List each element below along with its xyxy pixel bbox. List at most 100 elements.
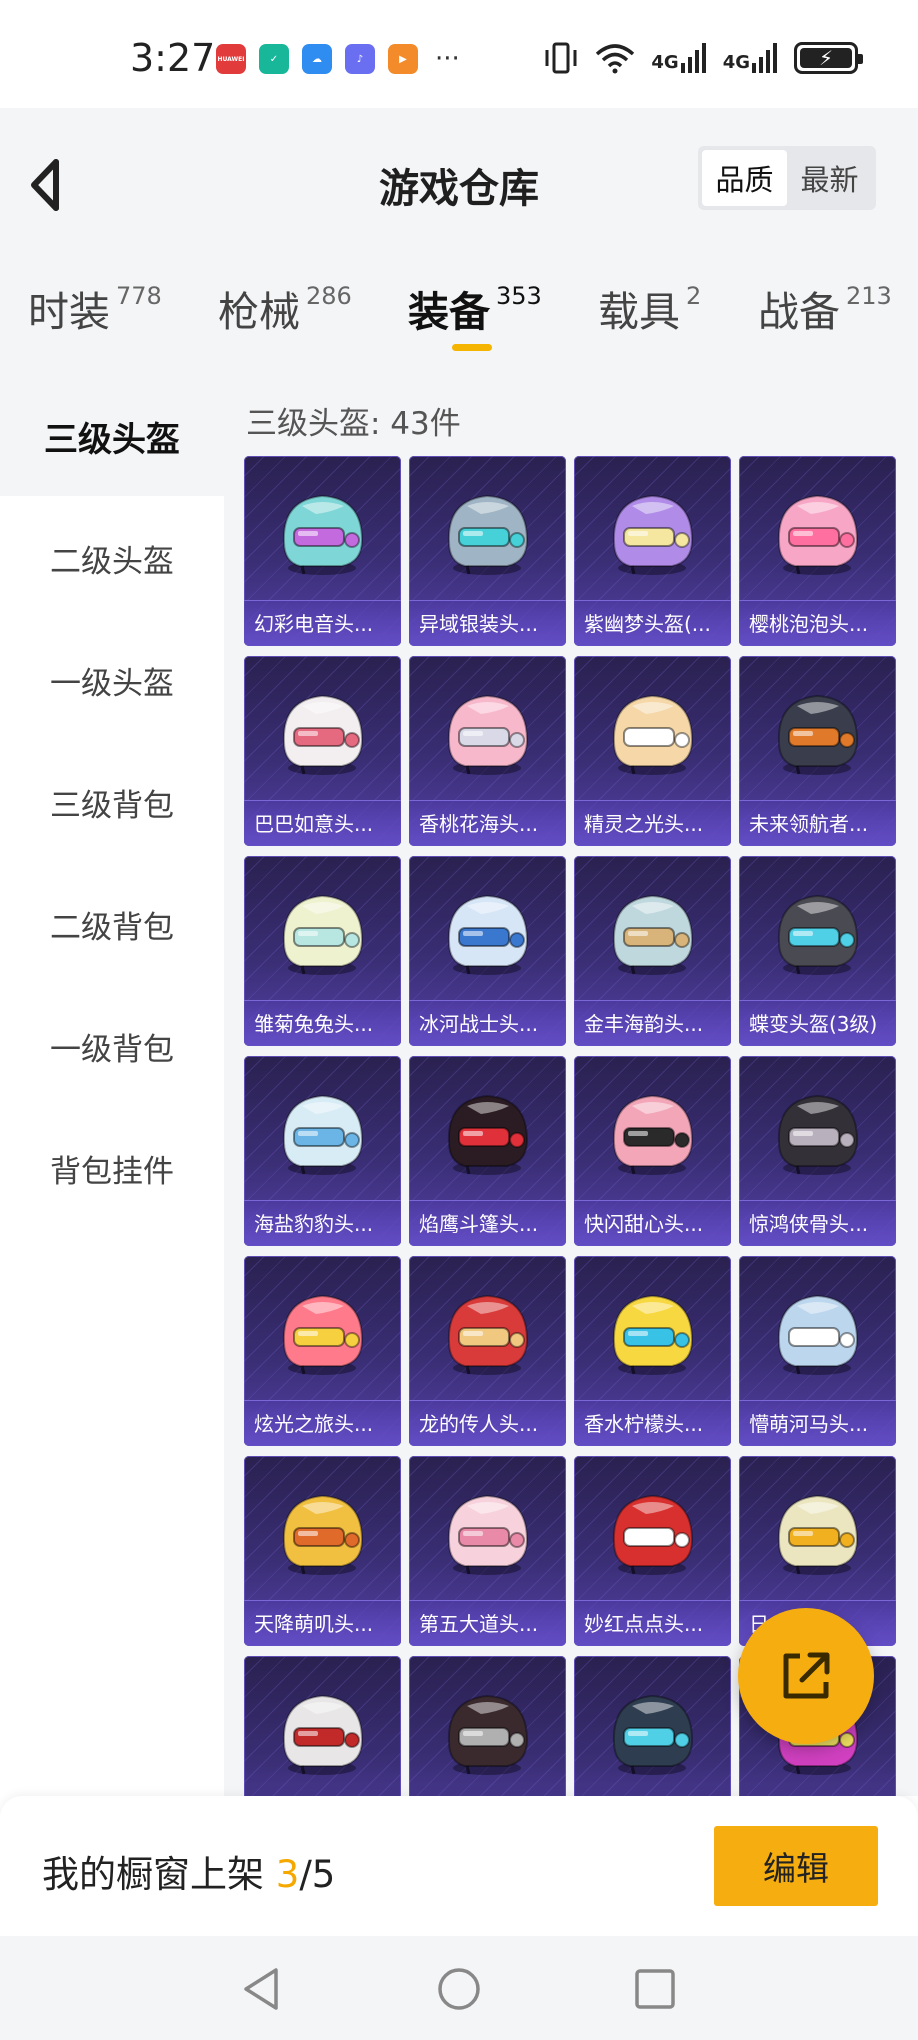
signal-bars-icon [752,43,777,73]
nav-home-icon[interactable] [434,1964,484,2014]
item-card[interactable]: 妙红点点头... [574,1456,731,1646]
item-card[interactable]: 焰鹰斗篷头... [409,1056,566,1246]
sort-toggle: 品质 最新 [698,146,876,210]
item-card[interactable] [244,1656,401,1796]
subcategory-sidebar: 三级头盔 二级头盔 一级头盔 三级背包 二级背包 一级背包 背包挂件 [0,376,224,1796]
status-indicators: 4G 4G ⚡ [543,42,863,74]
item-name: 异域银装头... [409,600,566,646]
tab-fashion[interactable]: 时装 778 [28,278,162,338]
item-name: 紫幽梦头盔(... [574,600,731,646]
active-tab-indicator [452,344,492,351]
item-card[interactable] [574,1656,731,1796]
share-fab-button[interactable] [738,1608,874,1744]
status-app-icons: HUAWEI ✓ ☁ ♪ ▶ ··· [216,44,460,74]
item-name: 巴巴如意头... [244,800,401,846]
tab-count: 286 [306,282,352,310]
item-name: 冰河战士头... [409,1000,566,1046]
sort-latest-button[interactable]: 最新 [787,150,872,206]
helmet-icon [777,494,859,575]
sidebar-item-level1-backpack[interactable]: 一级背包 [0,986,224,1106]
item-card[interactable]: 巴巴如意头... [244,656,401,846]
signal-bars-icon [680,43,706,73]
item-card[interactable]: 香桃花海头... [409,656,566,846]
item-name: 香水柠檬头... [574,1400,731,1446]
item-name: 第五大道头... [409,1600,566,1646]
item-card[interactable]: 冰河战士头... [409,856,566,1046]
item-card[interactable]: 金丰海韵头... [574,856,731,1046]
helmet-icon [777,1494,859,1575]
item-card[interactable]: 惊鸿侠骨头... [739,1056,896,1246]
item-card[interactable]: 幻彩电音头... [244,456,401,646]
item-card[interactable]: 精灵之光头... [574,656,731,846]
status-bar: 3:27 HUAWEI ✓ ☁ ♪ ▶ ··· 4G 4G ⚡ [0,0,918,108]
item-name: 快闪甜心头... [574,1200,731,1246]
tab-count: 778 [116,282,162,310]
item-name: 香桃花海头... [409,800,566,846]
more-notifications-icon: ··· [435,44,460,74]
cell-signal-2: 4G [723,43,778,73]
helmet-icon [282,1294,364,1375]
helmet-icon [447,1294,529,1375]
tab-label: 装备 [408,288,490,336]
helmet-icon [612,894,694,975]
item-card[interactable]: 海盐豹豹头... [244,1056,401,1246]
share-export-icon [783,1652,830,1699]
helmet-icon [612,1494,694,1575]
sidebar-item-level3-backpack[interactable]: 三级背包 [0,742,224,862]
helmet-icon [447,694,529,775]
tab-gear[interactable]: 战备 213 [758,278,892,338]
item-card[interactable] [409,1656,566,1796]
system-nav-bar [0,1936,918,2040]
music-app-icon: ♪ [345,44,375,74]
tab-label: 载具 [598,288,680,336]
item-card[interactable]: 樱桃泡泡头... [739,456,896,646]
showcase-total-count: /5 [299,1853,336,1896]
sidebar-item-level3-helmet[interactable]: 三级头盔 [0,376,224,496]
item-card[interactable]: 蝶变头盔(3级) [739,856,896,1046]
item-card[interactable]: 龙的传人头... [409,1256,566,1446]
item-name: 天降萌叽头... [244,1600,401,1646]
item-card[interactable]: 未来领航者... [739,656,896,846]
helmet-icon [612,1694,694,1775]
nav-recents-icon[interactable] [630,1964,680,2014]
item-card[interactable]: 天降萌叽头... [244,1456,401,1646]
item-card[interactable]: 香水柠檬头... [574,1256,731,1446]
tab-guns[interactable]: 枪械 286 [218,278,352,338]
tab-vehicles[interactable]: 载具 2 [598,278,701,338]
item-name: 惊鸿侠骨头... [739,1200,896,1246]
helmet-icon [282,694,364,775]
item-name: 妙红点点头... [574,1600,731,1646]
item-name: 樱桃泡泡头... [739,600,896,646]
wifi-icon [596,44,635,74]
nav-back-icon[interactable] [238,1964,288,2014]
item-card[interactable]: 异域银装头... [409,456,566,646]
helmet-icon [447,494,529,575]
tab-count: 2 [686,282,702,310]
video-app-icon: ▶ [388,44,418,74]
item-card[interactable]: 懵萌河马头... [739,1256,896,1446]
huawei-app-icon: HUAWEI [216,44,246,74]
item-card[interactable]: 快闪甜心头... [574,1056,731,1246]
sidebar-item-level2-backpack[interactable]: 二级背包 [0,864,224,984]
item-name: 幻彩电音头... [244,600,401,646]
item-name: 海盐豹豹头... [244,1200,401,1246]
status-time: 3:27 [130,36,216,80]
item-card[interactable]: 雏菊兔兔头... [244,856,401,1046]
item-card[interactable]: 紫幽梦头盔(... [574,456,731,646]
sidebar-item-level1-helmet[interactable]: 一级头盔 [0,620,224,740]
item-name: 炫光之旅头... [244,1400,401,1446]
edit-button[interactable]: 编辑 [714,1826,878,1906]
showcase-status: 我的橱窗上架 3/5 [42,1844,335,1898]
item-name: 雏菊兔兔头... [244,1000,401,1046]
tab-equipment[interactable]: 装备 353 [408,278,542,338]
item-name: 懵萌河马头... [739,1400,896,1446]
sidebar-item-backpack-charm[interactable]: 背包挂件 [0,1108,224,1228]
charging-bolt-icon: ⚡ [818,46,834,70]
item-name: 蝶变头盔(3级) [739,1000,896,1046]
item-card[interactable]: 炫光之旅头... [244,1256,401,1446]
helmet-icon [447,1694,529,1775]
helmet-icon [447,894,529,975]
sort-quality-button[interactable]: 品质 [702,150,787,206]
item-card[interactable]: 第五大道头... [409,1456,566,1646]
sidebar-item-level2-helmet[interactable]: 二级头盔 [0,498,224,618]
